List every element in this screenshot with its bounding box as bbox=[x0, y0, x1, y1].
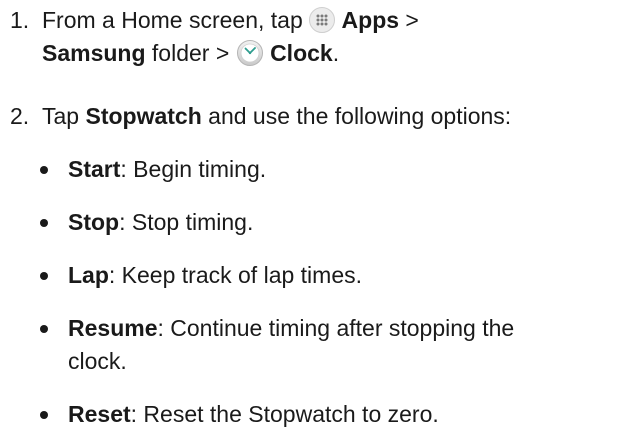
step-number: 2. bbox=[10, 103, 30, 129]
step-1-mid: folder > bbox=[145, 40, 236, 66]
step-2-prefix: Tap bbox=[42, 103, 86, 129]
option-item-reset: Reset: Reset the Stopwatch to zero. bbox=[0, 398, 598, 432]
option-desc: : Reset the Stopwatch to zero. bbox=[130, 401, 439, 427]
step-1-suffix: > bbox=[399, 7, 419, 33]
bullet-icon bbox=[40, 219, 48, 227]
option-desc: : Keep track of lap times. bbox=[108, 262, 363, 288]
option-text: Lap: Keep track of lap times. bbox=[68, 259, 598, 292]
option-term: Reset bbox=[68, 401, 131, 427]
option-text: Reset: Reset the Stopwatch to zero. bbox=[68, 398, 598, 431]
apps-grid-icon bbox=[309, 7, 336, 33]
option-desc: : Continue timing after stopping the bbox=[157, 315, 515, 341]
step-1-line-2: Samsung folder > Clock. bbox=[42, 37, 640, 70]
option-line-2: clock. bbox=[68, 348, 127, 374]
option-term: Start bbox=[68, 156, 121, 182]
option-term: Resume bbox=[68, 315, 158, 341]
stopwatch-label: Stopwatch bbox=[85, 103, 202, 129]
bullet-icon bbox=[40, 411, 48, 419]
option-term: Lap bbox=[68, 262, 109, 288]
bullet-icon bbox=[40, 166, 48, 174]
option-desc: : Stop timing. bbox=[119, 209, 254, 235]
option-term: Stop bbox=[68, 209, 120, 235]
option-desc: : Begin timing. bbox=[120, 156, 267, 182]
option-line-1: Resume: Continue timing after stopping t… bbox=[68, 312, 598, 345]
step-1-line-1: From a Home screen, tap Apps > bbox=[42, 4, 640, 37]
step-1-text: From a Home screen, tap Apps > Samsung f… bbox=[42, 4, 640, 70]
step-number: 1. bbox=[10, 7, 30, 33]
option-item-start: Start: Begin timing. bbox=[0, 153, 598, 187]
option-item-resume: Resume: Continue timing after stopping t… bbox=[0, 312, 598, 378]
step-1-end: . bbox=[332, 40, 340, 66]
step-2: 2. Tap Stopwatch and use the following o… bbox=[0, 100, 640, 134]
bullet-icon bbox=[40, 325, 48, 333]
clock-label: Clock bbox=[270, 40, 333, 66]
option-text: Start: Begin timing. bbox=[68, 153, 598, 186]
samsung-label: Samsung bbox=[42, 40, 146, 66]
step-2-text: Tap Stopwatch and use the following opti… bbox=[42, 100, 640, 133]
clock-icon bbox=[236, 39, 264, 67]
step-2-suffix: and use the following options: bbox=[201, 103, 512, 129]
bullet-icon bbox=[40, 272, 48, 280]
option-text: Stop: Stop timing. bbox=[68, 206, 598, 239]
option-item-lap: Lap: Keep track of lap times. bbox=[0, 259, 598, 293]
option-item-stop: Stop: Stop timing. bbox=[0, 206, 598, 240]
option-text: Resume: Continue timing after stopping t… bbox=[68, 312, 598, 378]
apps-label: Apps bbox=[341, 7, 400, 33]
step-1-prefix: From a Home screen, tap bbox=[42, 7, 310, 33]
step-1: 1. From a Home screen, tap Apps > Samsun… bbox=[0, 4, 640, 74]
